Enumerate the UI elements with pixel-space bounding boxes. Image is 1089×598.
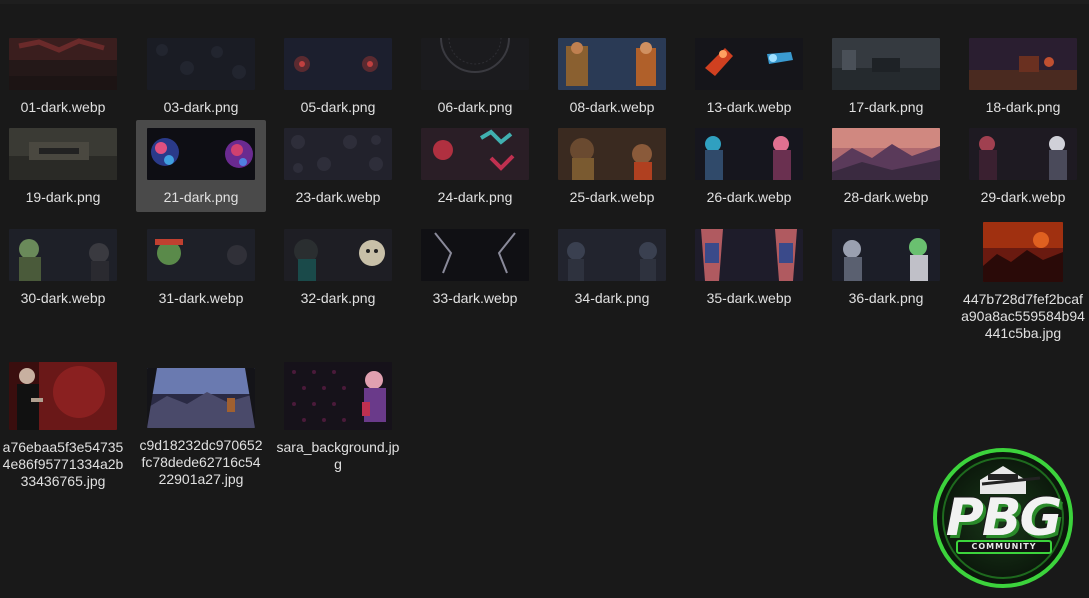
file-explorer-view: 01-dark.webp 03-dark.png 05-dark.png 06-… <box>0 0 1089 598</box>
file-name: 21-dark.png <box>163 189 239 205</box>
file-item[interactable]: 24-dark.png <box>410 128 540 206</box>
file-name: 05-dark.png <box>300 99 376 115</box>
file-name: 25-dark.webp <box>569 189 655 205</box>
file-item[interactable]: 447b728d7fef2bcafa90a8ac559584b94441c5ba… <box>958 222 1088 342</box>
file-name: a76ebaa5f3e547354e86f95771334a2b33436765… <box>2 439 124 489</box>
file-item[interactable]: 31-dark.webp <box>136 229 266 307</box>
thumbnail <box>9 128 117 180</box>
file-item[interactable]: 25-dark.webp <box>547 128 677 206</box>
file-item[interactable]: 26-dark.webp <box>684 128 814 206</box>
file-item[interactable]: 18-dark.png <box>958 38 1088 116</box>
thumbnail <box>558 128 666 180</box>
thumbnail <box>832 38 940 90</box>
thumbnail <box>969 38 1077 90</box>
file-name: 447b728d7fef2bcafa90a8ac559584b94441c5ba… <box>961 291 1085 341</box>
thumbnail <box>695 229 803 281</box>
file-item[interactable]: 03-dark.png <box>136 38 266 116</box>
file-item[interactable]: 30-dark.webp <box>0 229 128 307</box>
file-name: 29-dark.webp <box>980 189 1066 205</box>
file-name: 36-dark.png <box>848 290 924 306</box>
file-name: 08-dark.webp <box>569 99 655 115</box>
thumbnail <box>284 128 392 180</box>
thumbnail <box>558 229 666 281</box>
file-name: 23-dark.webp <box>295 189 381 205</box>
top-edge <box>0 0 1089 4</box>
thumbnail <box>983 222 1063 282</box>
file-name: 24-dark.png <box>437 189 513 205</box>
thumbnail <box>558 38 666 90</box>
thumbnail <box>969 128 1077 180</box>
logo-text: PBG <box>945 488 1062 548</box>
file-item[interactable]: 08-dark.webp <box>547 38 677 116</box>
file-name: 17-dark.png <box>848 99 924 115</box>
file-item[interactable]: 01-dark.webp <box>0 38 128 116</box>
thumbnail <box>147 368 255 428</box>
pbg-community-logo: PBG COMMUNITY <box>922 440 1084 590</box>
file-item[interactable]: c9d18232dc970652fc78dede62716c5422901a27… <box>136 368 266 488</box>
thumbnail <box>9 362 117 430</box>
file-item[interactable]: 05-dark.png <box>273 38 403 116</box>
thumbnail <box>284 362 392 430</box>
thumbnail <box>421 38 529 90</box>
file-item[interactable]: 17-dark.png <box>821 38 951 116</box>
file-name: 33-dark.webp <box>432 290 518 306</box>
file-item[interactable]: 32-dark.png <box>273 229 403 307</box>
file-item[interactable]: 23-dark.webp <box>273 128 403 206</box>
file-item[interactable]: 33-dark.webp <box>410 229 540 307</box>
thumbnail <box>284 229 392 281</box>
thumbnail <box>147 128 255 180</box>
file-name: 34-dark.png <box>574 290 650 306</box>
file-item-selected[interactable]: 21-dark.png <box>136 120 266 212</box>
file-item[interactable]: sara_background.jpg <box>273 362 403 473</box>
file-item[interactable]: 28-dark.webp <box>821 128 951 206</box>
thumbnail <box>832 229 940 281</box>
thumbnail <box>9 38 117 90</box>
file-name: 26-dark.webp <box>706 189 792 205</box>
file-item[interactable]: 06-dark.png <box>410 38 540 116</box>
file-name: 13-dark.webp <box>706 99 792 115</box>
file-item[interactable]: 35-dark.webp <box>684 229 814 307</box>
file-name: sara_background.jpg <box>276 439 400 472</box>
file-name: 19-dark.png <box>25 189 101 205</box>
file-item[interactable]: 13-dark.webp <box>684 38 814 116</box>
thumbnail <box>695 128 803 180</box>
file-name: 35-dark.webp <box>706 290 792 306</box>
file-name: c9d18232dc970652fc78dede62716c5422901a27… <box>139 437 263 487</box>
file-name: 28-dark.webp <box>843 189 929 205</box>
file-item[interactable]: 34-dark.png <box>547 229 677 307</box>
file-name: 30-dark.webp <box>20 290 106 306</box>
thumbnail <box>421 128 529 180</box>
file-item[interactable]: 36-dark.png <box>821 229 951 307</box>
thumbnail <box>695 38 803 90</box>
thumbnail <box>147 38 255 90</box>
logo-subtext: COMMUNITY <box>956 540 1052 554</box>
thumbnail <box>421 229 529 281</box>
thumbnail <box>284 38 392 90</box>
file-item[interactable]: 29-dark.webp <box>958 128 1088 206</box>
file-item[interactable]: 19-dark.png <box>0 128 128 206</box>
file-name: 31-dark.webp <box>158 290 244 306</box>
file-name: 32-dark.png <box>300 290 376 306</box>
thumbnail <box>9 229 117 281</box>
file-name: 06-dark.png <box>437 99 513 115</box>
file-name: 01-dark.webp <box>20 99 106 115</box>
file-item[interactable]: a76ebaa5f3e547354e86f95771334a2b33436765… <box>0 362 128 490</box>
file-name: 18-dark.png <box>985 99 1061 115</box>
thumbnail <box>147 229 255 281</box>
file-name: 03-dark.png <box>163 99 239 115</box>
thumbnail <box>832 128 940 180</box>
